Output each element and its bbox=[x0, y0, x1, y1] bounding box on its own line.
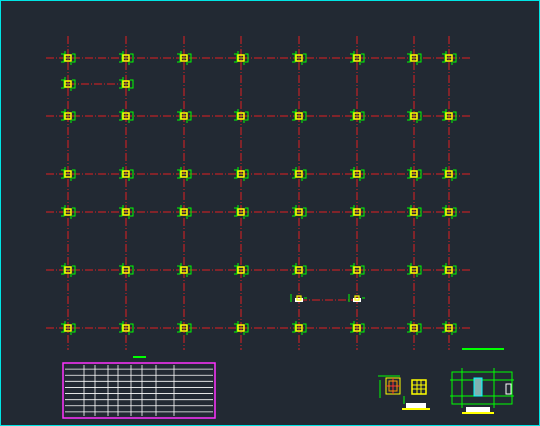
drawing-frame bbox=[0, 0, 540, 426]
column-symbol-icon bbox=[290, 294, 307, 302]
cad-canvas[interactable] bbox=[0, 0, 540, 426]
cad-drawing-viewport[interactable] bbox=[0, 0, 540, 426]
column-layer bbox=[61, 51, 457, 335]
detail-drawing-left bbox=[378, 375, 430, 410]
table-border bbox=[62, 362, 216, 419]
axis-grid bbox=[46, 36, 472, 350]
column-symbol-icon bbox=[348, 294, 365, 302]
schedule-table bbox=[62, 356, 216, 419]
extra-members bbox=[290, 294, 365, 302]
detail-drawing-right bbox=[450, 348, 514, 414]
